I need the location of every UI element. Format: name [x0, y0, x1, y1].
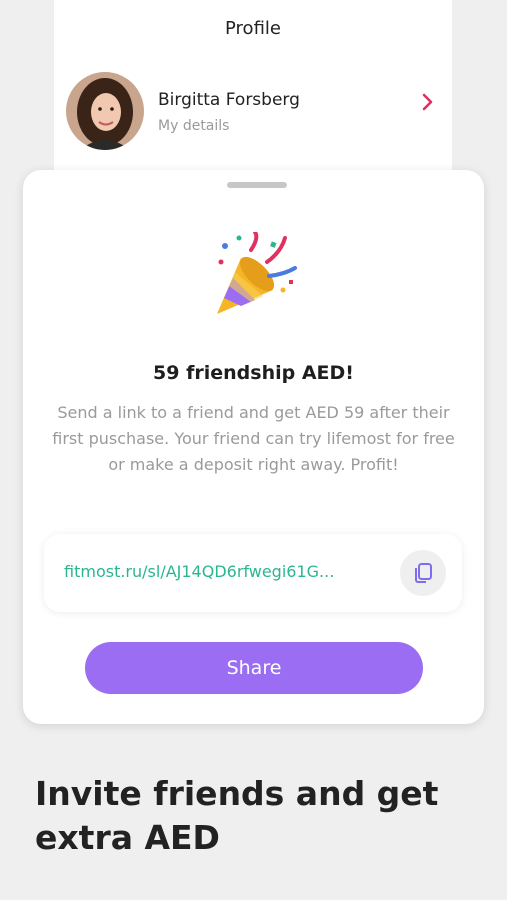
- copy-button[interactable]: [400, 550, 446, 596]
- promo-heading: Invite friends and get extra AED: [35, 774, 439, 857]
- invite-bottom-sheet: 59 friendship AED! Send a link to a frie…: [23, 170, 484, 724]
- referral-link[interactable]: fitmost.ru/sl/AJ14QD6rfwegi61G...: [64, 562, 334, 581]
- referral-link-field[interactable]: fitmost.ru/sl/AJ14QD6rfwegi61G...: [44, 534, 462, 612]
- share-button[interactable]: Share: [85, 642, 423, 694]
- invite-title: 59 friendship AED!: [153, 362, 354, 384]
- page-title: Profile: [225, 18, 281, 39]
- chevron-right-icon[interactable]: [420, 92, 436, 112]
- my-details-label: My details: [158, 118, 230, 134]
- user-name: Birgitta Forsberg: [158, 90, 300, 110]
- party-popper-icon: [217, 232, 297, 314]
- avatar: [66, 72, 144, 150]
- profile-user-row[interactable]: Birgitta Forsberg My details: [66, 72, 436, 152]
- sheet-drag-handle[interactable]: [227, 182, 287, 188]
- copy-icon: [415, 563, 432, 583]
- invite-description: Send a link to a friend and get AED 59 a…: [52, 403, 455, 474]
